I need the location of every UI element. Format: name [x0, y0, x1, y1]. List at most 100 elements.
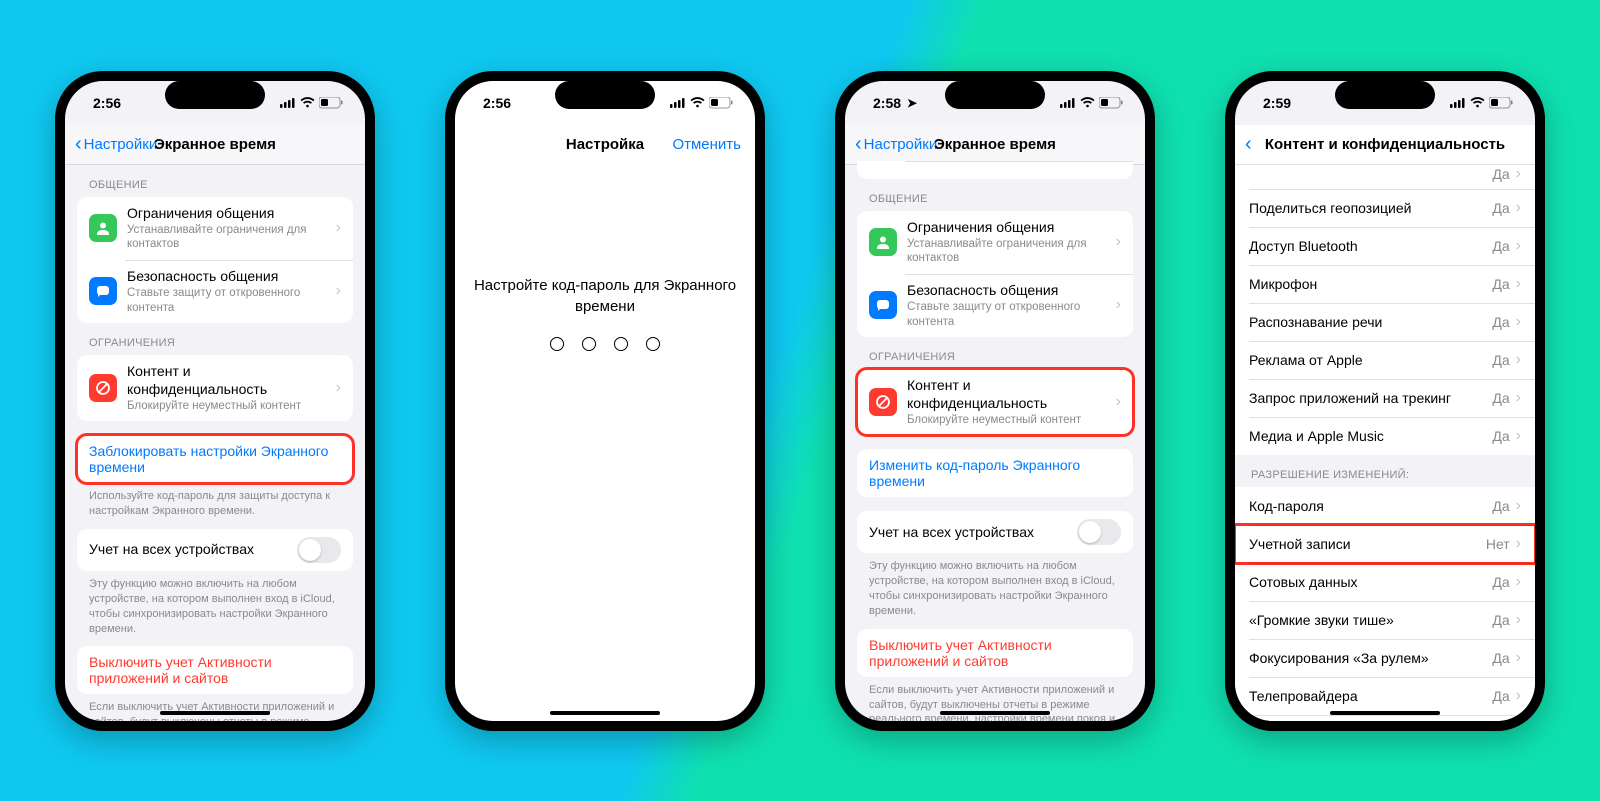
wifi-icon [1470, 97, 1485, 108]
chevron-right-icon: › [1116, 296, 1121, 314]
row-value: Да [1492, 650, 1509, 666]
lock-footnote: Используйте код-пароль для защиты доступ… [65, 483, 365, 519]
navbar: ‹ Контент и конфиденциальность [1235, 125, 1535, 165]
list-item[interactable]: Распознавание речи Да › [1235, 303, 1535, 341]
chevron-right-icon: › [1516, 237, 1521, 255]
chevron-right-icon: › [1516, 535, 1521, 553]
list-item[interactable]: Да› [1235, 165, 1535, 189]
phone-3: 2:58➤ ‹ Настройки Экранное время ОБЩЕНИЕ [835, 71, 1155, 731]
wifi-icon [300, 97, 315, 108]
contacts-icon [89, 214, 117, 242]
list-item[interactable]: Телепровайдера Да › [1235, 677, 1535, 715]
list-item[interactable]: Доступ BluetoothДа› [1235, 227, 1535, 265]
chevron-right-icon: › [336, 219, 341, 237]
cellular-icon [1450, 98, 1466, 108]
list-item[interactable]: Реклама от AppleДа› [1235, 341, 1535, 379]
chevron-right-icon: › [1516, 427, 1521, 445]
row-label: Поделиться геопозицией [1249, 200, 1486, 216]
row-value: Да [1492, 238, 1509, 254]
list-item[interactable]: Учетной записи Нет › [1235, 525, 1535, 563]
wifi-icon [690, 97, 705, 108]
row-turn-off-activity[interactable]: Выключить учет Активности приложений и с… [77, 646, 353, 694]
row-turn-off-activity[interactable]: Выключить учет Активности приложений и с… [857, 629, 1133, 677]
row-label: Телепровайдера [1249, 688, 1486, 704]
passcode-prompt: Настройте код-пароль для Экранного време… [455, 275, 755, 317]
passcode-dot [614, 337, 628, 351]
row-value: Да [1492, 428, 1509, 444]
row-communication-limits[interactable]: Ограничения общения Устанавливайте огран… [77, 197, 353, 260]
row-value: Да [1492, 574, 1509, 590]
clock: 2:56 [93, 95, 121, 111]
dynamic-island [1335, 81, 1435, 109]
list-item[interactable]: Сотовых данных Да › [1235, 563, 1535, 601]
row-value: Да [1492, 276, 1509, 292]
chevron-right-icon: › [336, 379, 341, 397]
section-allow-changes: РАЗРЕШЕНИЕ ИЗМЕНЕНИЙ: [1235, 455, 1535, 487]
home-indicator[interactable] [1330, 711, 1440, 715]
back-button[interactable]: ‹ [1245, 133, 1252, 156]
row-label: Распознавание речи [1249, 314, 1486, 330]
list-item[interactable]: Фоновой активности ПОДа› [1235, 715, 1535, 721]
back-button[interactable]: ‹ Настройки [855, 133, 937, 156]
list-item[interactable]: Медиа и Apple Music Да › [1235, 417, 1535, 455]
home-indicator[interactable] [940, 711, 1050, 715]
chevron-left-icon: ‹ [855, 133, 862, 156]
location-icon: ➤ [907, 96, 917, 110]
clock: 2:56 [483, 95, 511, 111]
row-value: Да [1492, 314, 1509, 330]
chevron-right-icon: › [1516, 573, 1521, 591]
row-change-passcode[interactable]: Изменить код-пароль Экранного времени [857, 449, 1133, 497]
row-content-privacy[interactable]: Контент и конфиденциальность Блокируйте … [857, 369, 1133, 435]
row-value: Да [1492, 390, 1509, 406]
list-item[interactable]: Фокусирования «За рулем»Да› [1235, 639, 1535, 677]
chevron-right-icon: › [1516, 199, 1521, 217]
phone-1: 2:56 ‹ Настройки Экранное время ОБЩЕНИЕ … [55, 71, 375, 731]
row-share-across-devices[interactable]: Учет на всех устройствах [857, 511, 1133, 553]
row-communication-safety[interactable]: Безопасность общения Ставьте защиту от о… [857, 274, 1133, 337]
row-label: Учетной записи [1249, 536, 1480, 552]
section-communication: ОБЩЕНИЕ [845, 179, 1145, 211]
no-entry-icon [89, 374, 117, 402]
row-communication-safety[interactable]: Безопасность общения Ставьте защиту от о… [77, 260, 353, 323]
toggle-share[interactable] [1077, 519, 1121, 545]
chevron-right-icon: › [1116, 393, 1121, 411]
section-restrictions: ОГРАНИЧЕНИЯ [65, 323, 365, 355]
back-label: Настройки [84, 136, 158, 153]
row-lock-screentime[interactable]: Заблокировать настройки Экранного времен… [77, 435, 353, 483]
row-content-privacy[interactable]: Контент и конфиденциальность Блокируйте … [77, 355, 353, 421]
battery-icon [1099, 97, 1123, 109]
list-item[interactable]: «Громкие звуки тише»Да› [1235, 601, 1535, 639]
cellular-icon [1060, 98, 1076, 108]
row-value: Да [1492, 688, 1509, 704]
cellular-icon [670, 98, 686, 108]
page-title: Контент и конфиденциальность [1235, 136, 1535, 153]
home-indicator[interactable] [160, 711, 270, 715]
dynamic-island [165, 81, 265, 109]
chevron-left-icon: ‹ [1245, 133, 1252, 156]
row-label: Медиа и Apple Music [1249, 428, 1486, 444]
row-share-across-devices[interactable]: Учет на всех устройствах [77, 529, 353, 571]
home-indicator[interactable] [550, 711, 660, 715]
row-label: Реклама от Apple [1249, 352, 1486, 368]
chevron-right-icon: › [1516, 313, 1521, 331]
phone-2: 2:56 Настройка Отменить Настройте код-па… [445, 71, 765, 731]
battery-icon [1489, 97, 1513, 109]
back-button[interactable]: ‹ Настройки [75, 133, 157, 156]
list-item[interactable]: Код-пароляДа› [1235, 487, 1535, 525]
row-label: Сотовых данных [1249, 574, 1486, 590]
chevron-right-icon: › [1516, 687, 1521, 705]
toggle-share[interactable] [297, 537, 341, 563]
row-label: «Громкие звуки тише» [1249, 612, 1486, 628]
wifi-icon [1080, 97, 1095, 108]
list-item[interactable]: Запрос приложений на трекингДа› [1235, 379, 1535, 417]
list-item[interactable]: МикрофонДа› [1235, 265, 1535, 303]
list-item[interactable]: Поделиться геопозициейДа› [1235, 189, 1535, 227]
contacts-icon [869, 228, 897, 256]
row-communication-limits[interactable]: Ограничения общения Устанавливайте огран… [857, 211, 1133, 274]
row-value: Нет [1486, 536, 1510, 552]
chevron-right-icon: › [1516, 351, 1521, 369]
row-value: Да [1492, 612, 1509, 628]
back-label: Настройки [864, 136, 938, 153]
message-shield-icon [89, 277, 117, 305]
cancel-button[interactable]: Отменить [672, 136, 741, 153]
